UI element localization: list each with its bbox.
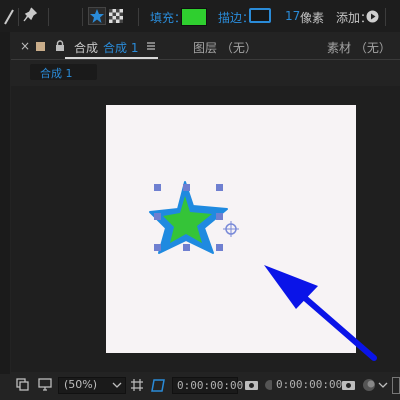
annotation-arrow bbox=[264, 265, 377, 361]
timecode-field[interactable]: 0:00:00:00 bbox=[172, 377, 243, 394]
grid-guides-icon[interactable] bbox=[130, 378, 144, 392]
mask-visibility-icon[interactable] bbox=[150, 377, 166, 393]
region-toggle[interactable] bbox=[392, 377, 400, 394]
camera-icon[interactable] bbox=[341, 378, 356, 392]
chevron-down-icon bbox=[112, 382, 122, 388]
timecode-value: 0:00:00:00 bbox=[177, 379, 244, 392]
zoom-value: (50%) bbox=[64, 378, 98, 391]
monitor-icon[interactable] bbox=[38, 378, 52, 392]
timecode-value-2: 0:00:00:00 bbox=[276, 378, 343, 391]
timecode-field-2[interactable]: 0:00:00:00 bbox=[272, 377, 342, 394]
canvas-overlay bbox=[149, 181, 377, 361]
color-channel-icon[interactable] bbox=[362, 378, 376, 392]
snapshot-camera-icon[interactable] bbox=[244, 378, 259, 392]
star-shape[interactable] bbox=[149, 181, 228, 254]
layers-toggle-icon[interactable] bbox=[16, 378, 30, 392]
chevron-down-icon-2[interactable] bbox=[378, 382, 388, 389]
anchor-point-icon[interactable] bbox=[223, 221, 239, 237]
